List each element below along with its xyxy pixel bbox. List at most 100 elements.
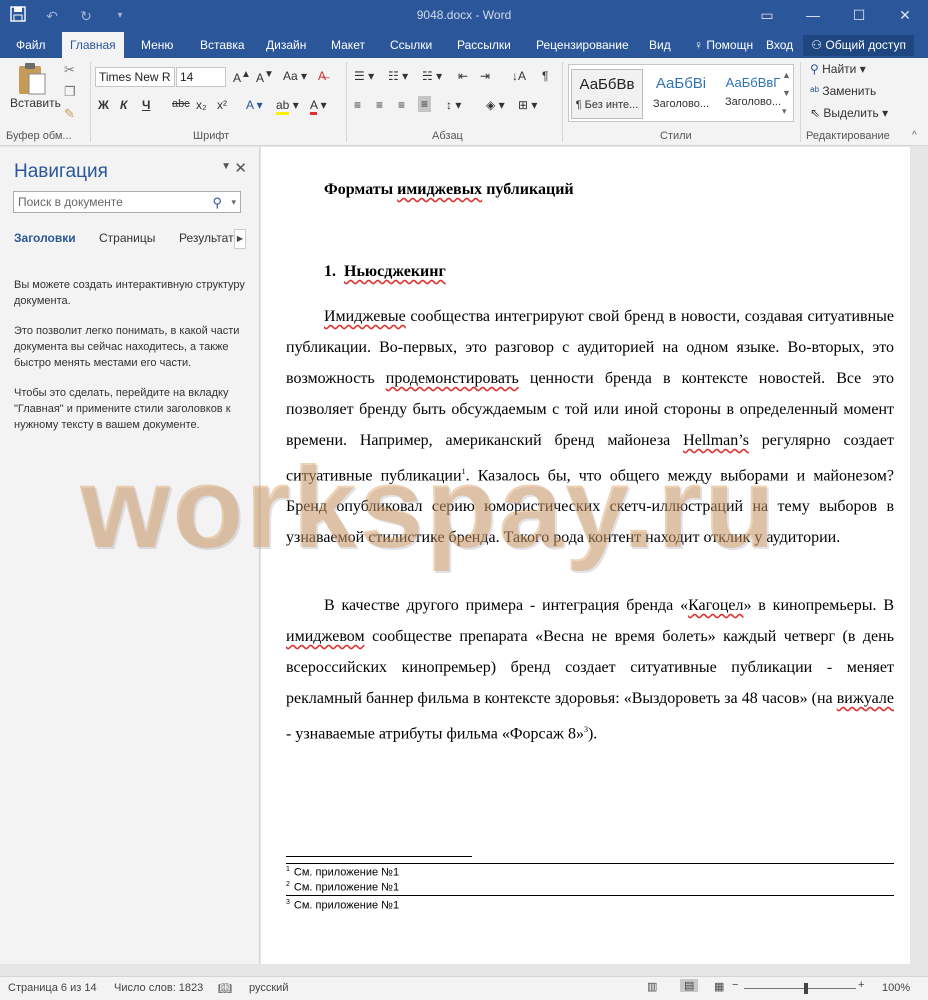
- tab-mailings[interactable]: Рассылки: [449, 32, 519, 58]
- italic-button[interactable]: К: [120, 98, 127, 112]
- footnote-mark: 3: [286, 899, 290, 906]
- tab-insert[interactable]: Вставка: [192, 32, 253, 58]
- footnote-3: 3 См. приложение №1: [286, 899, 399, 912]
- cut-icon[interactable]: ✂: [64, 62, 75, 78]
- zoom-in-icon[interactable]: +: [858, 979, 864, 991]
- align-left-icon[interactable]: ≡: [354, 98, 361, 112]
- print-layout-icon[interactable]: ▤: [680, 979, 699, 992]
- status-bar: Страница 6 из 14 Число слов: 1823 📖︎ рус…: [0, 976, 928, 1000]
- highlight-icon[interactable]: ab ▾: [276, 98, 299, 115]
- read-mode-icon[interactable]: ▥: [647, 980, 657, 993]
- language-indicator[interactable]: русский: [249, 982, 288, 994]
- zoom-slider-thumb[interactable]: [804, 983, 808, 994]
- superscript-button[interactable]: x²: [217, 98, 227, 112]
- style-heading2[interactable]: АаБбВвГ Заголово...: [717, 69, 789, 119]
- paste-button[interactable]: Вставить: [10, 96, 61, 110]
- underline-button[interactable]: Ч: [142, 98, 150, 112]
- select-button[interactable]: ⇖ Выделить ▾: [810, 106, 888, 120]
- nav-hint-1: Вы можете создать интерактивную структур…: [14, 279, 245, 307]
- font-size-field[interactable]: 14: [176, 67, 226, 87]
- nav-tab-results[interactable]: Результать: [179, 231, 235, 245]
- find-button[interactable]: ⚲ Найти ▾: [810, 62, 866, 76]
- web-layout-icon[interactable]: ▦: [714, 980, 724, 993]
- nav-hint-3: Чтобы это сделать, перейдите на вкладку …: [14, 387, 231, 431]
- proofing-icon[interactable]: 📖︎: [218, 982, 232, 995]
- chevron-right-icon[interactable]: ▶: [234, 229, 246, 249]
- pilcrow-icon[interactable]: ¶: [542, 69, 548, 83]
- zoom-level[interactable]: 100%: [882, 982, 910, 994]
- close-icon[interactable]: ✕: [882, 0, 928, 32]
- clipboard-group-label: Буфер обм...: [6, 130, 72, 142]
- tab-file[interactable]: Файл: [8, 32, 54, 58]
- page-indicator[interactable]: Страница 6 из 14: [8, 982, 97, 994]
- styles-scroll-icon[interactable]: ▲ ▼ ▾: [782, 66, 791, 120]
- style-caption: Заголово...: [724, 96, 782, 108]
- share-button[interactable]: ⚇ Общий доступ: [803, 35, 914, 56]
- bullets-icon[interactable]: ☰ ▾: [354, 69, 374, 83]
- line-spacing-icon[interactable]: ↕ ▾: [446, 98, 461, 112]
- nav-options-icon[interactable]: ▼: [221, 161, 231, 172]
- font-name-field[interactable]: Times New R: [95, 67, 175, 87]
- change-case-icon[interactable]: Aa ▾: [283, 69, 307, 83]
- tab-help[interactable]: ♀ Помощн: [686, 32, 761, 58]
- nav-tab-pages[interactable]: Страницы: [99, 231, 155, 245]
- search-icon[interactable]: ⚲: [212, 193, 222, 213]
- restore-ribbon-icon[interactable]: ▭: [744, 0, 790, 32]
- tab-signin[interactable]: Вход: [758, 32, 801, 58]
- format-painter-icon[interactable]: ✎: [64, 106, 75, 122]
- increase-indent-icon[interactable]: ⇥: [480, 69, 490, 83]
- subscript-button[interactable]: x₂: [196, 98, 207, 112]
- doc-paragraph-2: В качестве другого примера - интеграция …: [286, 590, 894, 749]
- minimize-icon[interactable]: —: [790, 0, 836, 32]
- text-run: сообществе препарата «Весна не время бол…: [286, 628, 894, 707]
- text-effects-icon[interactable]: A ▾: [246, 98, 263, 112]
- replace-label: Заменить: [822, 84, 877, 98]
- bold-button[interactable]: Ж: [98, 98, 109, 112]
- styles-gallery: АаБбВв ¶ Без инте... АаБбВі Заголово... …: [568, 64, 794, 122]
- heading-number: 1.: [324, 263, 336, 280]
- tab-references[interactable]: Ссылки: [382, 32, 440, 58]
- search-placeholder: Поиск в документе: [18, 195, 123, 209]
- shading-icon[interactable]: ◈ ▾: [486, 98, 505, 112]
- tab-design[interactable]: Дизайн: [258, 32, 314, 58]
- style-normal[interactable]: АаБбВв ¶ Без инте...: [571, 69, 643, 119]
- zoom-slider[interactable]: [744, 988, 856, 989]
- maximize-icon[interactable]: ☐: [836, 0, 882, 32]
- chevron-down-icon[interactable]: ▾: [231, 192, 236, 212]
- tab-menu[interactable]: Меню: [133, 32, 181, 58]
- justify-icon[interactable]: ≡: [418, 96, 432, 112]
- copy-icon[interactable]: ❐: [64, 84, 76, 100]
- share-label: Общий доступ: [825, 38, 906, 52]
- zoom-out-icon[interactable]: −: [732, 979, 738, 991]
- collapse-ribbon-icon[interactable]: ^: [912, 130, 917, 141]
- tab-home[interactable]: Главная: [62, 32, 124, 58]
- replace-button[interactable]: ᵃᵇ Заменить: [810, 84, 876, 98]
- borders-icon[interactable]: ⊞ ▾: [518, 98, 537, 112]
- nav-title: Навигация: [14, 161, 108, 182]
- word-count[interactable]: Число слов: 1823: [114, 982, 203, 994]
- footnote-1: 1 См. приложение №1: [286, 866, 399, 879]
- numbering-icon[interactable]: ☷ ▾: [388, 69, 408, 83]
- style-heading1[interactable]: АаБбВі Заголово...: [645, 69, 717, 119]
- vertical-scrollbar[interactable]: [910, 147, 928, 964]
- sort-icon[interactable]: ↓A: [512, 69, 526, 83]
- clear-formatting-icon[interactable]: A̶: [318, 69, 326, 83]
- align-center-icon[interactable]: ≡: [376, 98, 383, 112]
- strikethrough-button[interactable]: abc: [172, 98, 190, 110]
- shrink-font-icon[interactable]: A▼: [256, 69, 274, 85]
- tab-view[interactable]: Вид: [641, 32, 679, 58]
- tab-layout[interactable]: Макет: [323, 32, 373, 58]
- grow-font-icon[interactable]: A▲: [233, 69, 251, 85]
- decrease-indent-icon[interactable]: ⇤: [458, 69, 468, 83]
- tab-review[interactable]: Рецензирование: [528, 32, 637, 58]
- font-color-icon[interactable]: A ▾: [310, 98, 327, 115]
- footnote-text: См. приложение №1: [293, 866, 400, 879]
- nav-close-icon[interactable]: ✕: [234, 159, 247, 177]
- font-size-value: 14: [180, 70, 194, 84]
- nav-tab-headings[interactable]: Заголовки: [14, 231, 76, 245]
- nav-hint-2: Это позволит легко понимать, в какой час…: [14, 325, 240, 369]
- text-run: продемонстировать: [385, 370, 519, 387]
- multilevel-list-icon[interactable]: ☵ ▾: [422, 69, 442, 83]
- align-right-icon[interactable]: ≡: [398, 98, 405, 112]
- nav-search-input[interactable]: Поиск в документе ⚲ ▾: [13, 191, 241, 213]
